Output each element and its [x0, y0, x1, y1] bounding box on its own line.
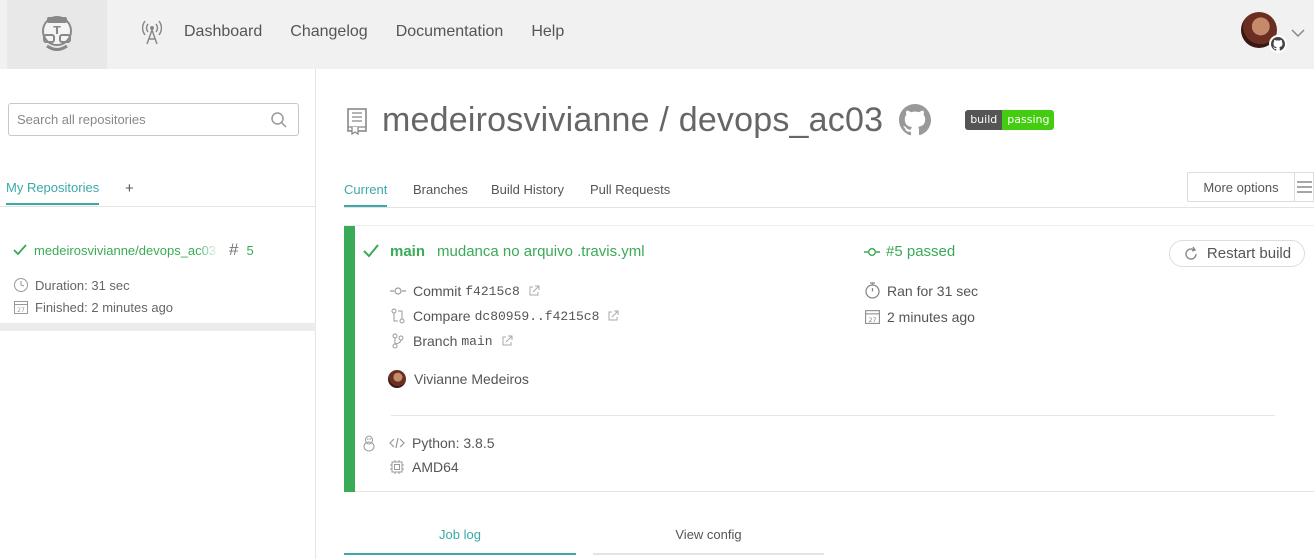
repo-row: medeirosvivianne/devops_ac03 # 5: [12, 240, 254, 260]
author-avatar: [388, 370, 406, 388]
tab-current[interactable]: Current: [344, 182, 388, 207]
branch-row[interactable]: Branch main: [390, 333, 520, 349]
code-icon: [389, 437, 405, 449]
svg-text:27: 27: [868, 316, 876, 324]
build-branch[interactable]: main: [390, 243, 425, 260]
check-icon: [363, 244, 379, 258]
author-name: Vivianne Medeiros: [414, 371, 529, 387]
hamburger-menu-icon[interactable]: [1294, 172, 1314, 202]
compare-label: Compare: [413, 308, 471, 324]
build-header: main mudanca no arquivo .travis.yml: [362, 242, 645, 260]
arch-row: AMD64: [389, 459, 459, 475]
calendar-icon: 27: [865, 310, 880, 324]
duration-text: Duration: 31 sec: [35, 277, 130, 293]
main-nav: Dashboard Changelog Documentation Help: [140, 0, 592, 64]
calendar-icon: 27: [14, 301, 28, 314]
chevron-down-icon[interactable]: [1289, 24, 1307, 42]
commit-message[interactable]: mudanca no arquivo .travis.yml: [437, 243, 645, 260]
external-link-icon: [608, 310, 619, 321]
broadcast-icon[interactable]: [140, 18, 164, 46]
search-icon[interactable]: [270, 111, 288, 129]
linux-tux-icon: [363, 435, 375, 452]
current-build-card: main mudanca no arquivo .travis.yml #5 p…: [344, 225, 1314, 492]
badge-status: passing: [1002, 110, 1055, 130]
top-navigation-bar: T Dashboard Changelog Documentation Help: [0, 0, 1314, 69]
repo-title: medeirosvivianne / devops_ac03: [382, 100, 884, 139]
author-row[interactable]: Vivianne Medeiros: [388, 370, 529, 388]
nav-changelog[interactable]: Changelog: [290, 23, 367, 41]
commit-dot-icon: [864, 247, 880, 256]
search-input[interactable]: [9, 104, 249, 135]
repo-list-item[interactable]: medeirosvivianne/devops_ac03 # 5 Duratio…: [0, 207, 316, 331]
compare-range: dc80959..f4215c8: [474, 308, 600, 324]
sidebar-tabs: My Repositories +: [6, 180, 306, 208]
nav-documentation[interactable]: Documentation: [396, 23, 504, 41]
branch-icon: [392, 333, 404, 349]
restart-build-button[interactable]: Restart build: [1169, 240, 1305, 267]
arch-text: AMD64: [412, 459, 459, 475]
compare-icon: [391, 308, 405, 324]
language-text: Python: 3.8.5: [412, 435, 495, 451]
nav-help[interactable]: Help: [531, 23, 564, 41]
hash-icon: #: [229, 240, 239, 259]
nav-dashboard[interactable]: Dashboard: [184, 23, 262, 41]
build-number-link[interactable]: 5: [246, 243, 253, 258]
repo-header: medeirosvivianne / devops_ac03 build pas…: [344, 100, 1055, 140]
restart-icon: [1185, 246, 1197, 260]
status-stripe: [344, 226, 355, 492]
build-status-badge[interactable]: build passing: [965, 110, 1055, 130]
repo-name-link[interactable]: medeirosvivianne/devops_ac03: [34, 242, 219, 258]
external-link-icon: [529, 285, 540, 296]
search-box: [8, 103, 299, 136]
repo-book-icon: [347, 108, 367, 135]
language-row: Python: 3.8.5: [389, 435, 495, 451]
tab-pull-requests[interactable]: Pull Requests: [590, 182, 670, 197]
tab-view-config[interactable]: View config: [593, 527, 824, 555]
ran-for-row: Ran for 31 sec: [864, 282, 978, 299]
commit-label: Commit: [413, 283, 462, 299]
clock-icon: [14, 278, 28, 292]
commit-hash: f4215c8: [465, 283, 520, 299]
repo-tabs: Current Branches Build History Pull Requ…: [344, 182, 1314, 208]
tab-branches[interactable]: Branches: [413, 182, 468, 197]
external-link-icon: [502, 335, 513, 346]
travis-mascot-icon: T: [42, 15, 72, 51]
tab-job-log[interactable]: Job log: [344, 527, 576, 555]
tab-my-repositories[interactable]: My Repositories: [6, 180, 100, 205]
build-status[interactable]: #5 passed: [864, 243, 955, 260]
commit-icon: [390, 287, 406, 295]
sidebar: My Repositories + medeirosvivianne/devop…: [0, 69, 316, 559]
travis-logo[interactable]: T: [7, 0, 107, 69]
finished-row: 27 Finished: 2 minutes ago: [13, 299, 173, 315]
build-status-text: #5 passed: [886, 243, 956, 260]
tab-build-history[interactable]: Build History: [491, 182, 564, 197]
finished-ago-text: 2 minutes ago: [887, 308, 975, 325]
check-icon: [13, 244, 27, 256]
ran-for-text: Ran for 31 sec: [887, 282, 979, 299]
stopwatch-icon: [865, 282, 880, 299]
cpu-chip-icon: [390, 460, 404, 474]
restart-build-label: Restart build: [1206, 245, 1292, 262]
divider: [391, 415, 1275, 416]
branch-value: main: [461, 333, 493, 349]
svg-text:27: 27: [17, 307, 25, 314]
finished-row: 27 2 minutes ago: [864, 308, 975, 325]
badge-label: build: [965, 110, 1003, 130]
github-repo-link-icon[interactable]: [899, 104, 932, 136]
add-repository-button[interactable]: +: [125, 180, 134, 197]
github-icon: [1269, 35, 1287, 53]
branch-label: Branch: [413, 333, 458, 349]
commit-row[interactable]: Commit f4215c8: [390, 283, 547, 299]
duration-row: Duration: 31 sec: [13, 277, 130, 293]
compare-row[interactable]: Compare dc80959..f4215c8: [390, 308, 626, 324]
finished-text: Finished: 2 minutes ago: [35, 299, 174, 315]
more-options-button[interactable]: More options: [1187, 172, 1295, 202]
